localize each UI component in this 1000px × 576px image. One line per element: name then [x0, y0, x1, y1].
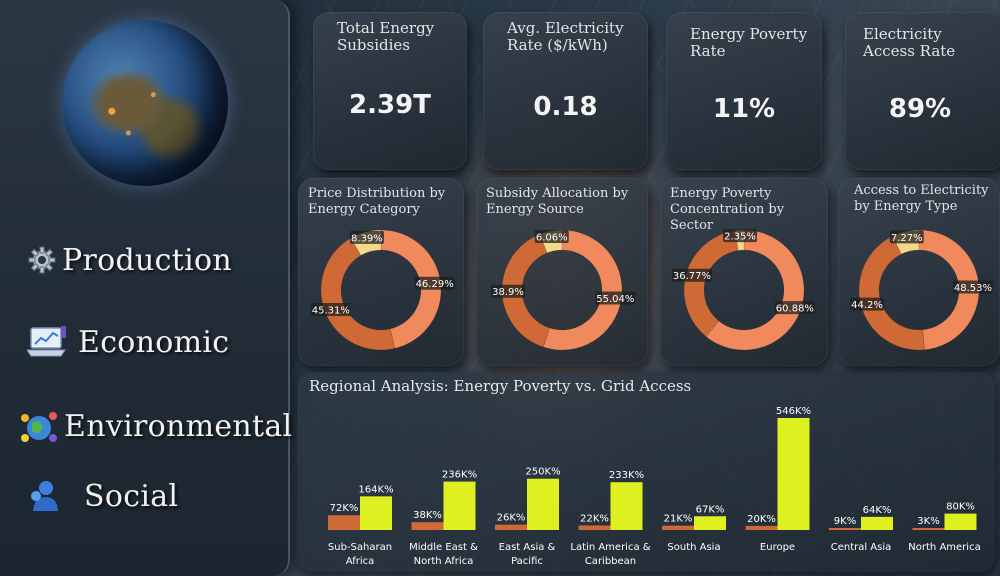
bar-energy-poverty[interactable]	[328, 515, 360, 530]
bar-value-label: 164K%	[358, 484, 393, 495]
nav-label-production: Production	[62, 242, 232, 278]
donut-title: Price Distribution by Energy Category	[308, 186, 446, 217]
slice-label: 2.35%	[724, 232, 756, 243]
bar-value-label: 67K%	[696, 504, 725, 515]
nav-label-environmental: Environmental	[64, 408, 293, 444]
bar-grid-access[interactable]	[777, 418, 810, 530]
bar-grid-access[interactable]	[610, 482, 643, 530]
globe-people-icon	[14, 406, 64, 446]
slice-label: 36.77%	[673, 271, 711, 282]
slice-label: 38.9%	[492, 287, 524, 298]
nav-item-social[interactable]: Social	[24, 476, 178, 516]
bar-grid-access[interactable]	[861, 516, 893, 530]
bar-grid-access[interactable]	[527, 478, 559, 530]
nav-item-production[interactable]: Production	[22, 240, 232, 280]
donut-chart: 48.53% 44.2% 7.27%	[850, 229, 993, 351]
bar-value-label: 3K%	[917, 516, 939, 527]
nav-label-economic: Economic	[78, 324, 230, 360]
bar-value-label: 64K%	[863, 505, 892, 516]
slice-label: 44.2%	[851, 300, 883, 311]
kpi-title: Energy Poverty Rate	[690, 25, 808, 60]
sidebar: Production Economic Environmental Social	[0, 0, 292, 576]
slice-label: 48.53%	[954, 283, 992, 294]
slice-label: 6.06%	[536, 232, 568, 243]
bar-energy-poverty[interactable]	[745, 525, 778, 530]
bar-value-label: 21K%	[664, 514, 693, 525]
donut-card-energy-poverty-concentration: Energy Poverty Concentration by Sector 6…	[660, 178, 828, 366]
kpi-value: 0.18	[533, 92, 598, 122]
bar-energy-poverty[interactable]	[662, 525, 694, 530]
slice-label: 46.29%	[416, 279, 454, 290]
bar-chart: 72K% 164K% Sub-Saharan Africa 38K% 236K% Middl…	[328, 406, 981, 567]
bar-value-label: 72K%	[330, 503, 359, 514]
bar-category-label: Middle East & North Africa	[409, 542, 478, 567]
kpi-value: 11%	[712, 94, 776, 124]
bar-value-label: 9K%	[834, 516, 856, 527]
laptop-chart-icon	[22, 322, 72, 362]
bar-value-label: 22K%	[580, 513, 609, 524]
bar-grid-access[interactable]	[944, 513, 977, 530]
slice-label: 60.88%	[776, 304, 814, 315]
donut-card-access-to-electricity: Access to Electricity by Energy Type 48.…	[838, 178, 1000, 366]
kpi-card-avg-electricity-rate: Avg. Electricity Rate ($/kWh) 0.18	[483, 12, 648, 170]
bar-value-label: 80K%	[946, 502, 975, 513]
bar-category-label: Central Asia	[831, 542, 892, 553]
kpi-card-energy-poverty-rate: Energy Poverty Rate 11%	[666, 12, 822, 170]
bar-value-label: 26K%	[497, 513, 526, 524]
kpi-title: Electricity Access Rate	[863, 25, 956, 60]
bar-value-label: 546K%	[776, 406, 811, 417]
bar-energy-poverty[interactable]	[495, 524, 527, 530]
gear-icon	[22, 240, 62, 280]
bar-energy-poverty[interactable]	[578, 525, 611, 530]
donut-chart: 55.04% 38.9% 6.06%	[491, 229, 636, 351]
donut-chart: 46.29% 45.31% 8.39%	[310, 229, 455, 351]
kpi-value: 2.39T	[349, 90, 431, 120]
bar-category-label: Sub-Saharan Africa	[328, 542, 392, 567]
bar-category-label: North America	[908, 542, 980, 553]
bar-energy-poverty[interactable]	[829, 528, 861, 530]
nav-item-economic[interactable]: Economic	[22, 322, 229, 362]
nav-item-environmental[interactable]: Environmental	[14, 406, 292, 446]
donut-slice[interactable]	[858, 235, 925, 351]
donut-title: Subsidy Allocation by Energy Source	[486, 186, 629, 217]
bar-grid-access[interactable]	[360, 496, 392, 530]
slice-label: 45.31%	[312, 306, 350, 317]
kpi-card-electricity-access-rate: Electricity Access Rate 89%	[845, 12, 1000, 170]
bar-value-label: 236K%	[442, 470, 477, 481]
bar-category-label: Europe	[760, 542, 795, 553]
bar-energy-poverty[interactable]	[411, 522, 444, 530]
kpi-value: 89%	[888, 94, 952, 124]
earth-globe-image	[62, 20, 228, 186]
kpi-title: Avg. Electricity Rate ($/kWh)	[507, 19, 624, 54]
bar-category-label: East Asia & Pacific	[499, 542, 556, 567]
kpi-card-total-energy-subsidies: Total Energy Subsidies 2.39T	[313, 12, 467, 170]
donut-title: Access to Electricity by Energy Type	[854, 183, 989, 214]
donut-card-subsidy-allocation: Subsidy Allocation by Energy Source 55.0…	[476, 178, 648, 366]
kpi-title: Total Energy Subsidies	[337, 19, 435, 54]
bar-grid-access[interactable]	[443, 481, 476, 530]
slice-label: 8.39%	[351, 233, 383, 244]
slice-label: 7.27%	[891, 233, 923, 244]
bar-value-label: 20K%	[747, 514, 776, 525]
bar-grid-access[interactable]	[694, 516, 726, 530]
person-icon	[24, 476, 64, 516]
bar-value-label: 38K%	[413, 510, 442, 521]
donut-slice[interactable]	[683, 230, 739, 337]
bar-category-label: Latin America & Caribbean	[570, 542, 650, 567]
donut-card-price-distribution: Price Distribution by Energy Category 46…	[298, 178, 464, 366]
bar-value-label: 250K%	[525, 467, 560, 478]
donut-chart: 60.88% 36.77% 2.35%	[671, 229, 815, 351]
bar-value-label: 233K%	[609, 470, 644, 481]
bar-energy-poverty[interactable]	[912, 528, 945, 530]
bar-chart-card-regional-analysis: Regional Analysis: Energy Poverty vs. Gr…	[297, 372, 995, 572]
nav-label-social: Social	[84, 478, 179, 514]
bar-category-label: South Asia	[667, 542, 720, 553]
donut-slice[interactable]	[320, 237, 396, 351]
slice-label: 55.04%	[596, 294, 634, 305]
